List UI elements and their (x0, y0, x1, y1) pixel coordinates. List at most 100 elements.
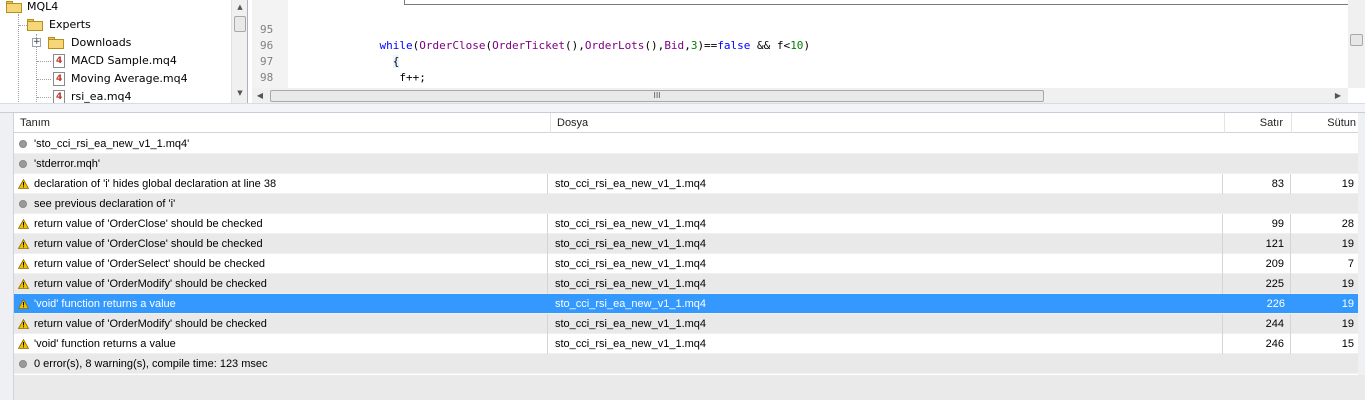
tree-item-label: Downloads (71, 36, 132, 49)
tree-guide-line (19, 25, 27, 26)
toolbox-side-strip (0, 113, 14, 400)
editor-vertical-scrollbar[interactable] (1348, 0, 1365, 88)
error-line: 225 (1225, 274, 1291, 294)
code-line-97[interactable]: 97 f++; (252, 38, 1348, 84)
pane-splitter[interactable] (0, 103, 1365, 113)
errors-list[interactable]: Tanım Dosya Satır Sütun 'sto_cci_rsi_ea_… (14, 113, 1358, 375)
code-line-96[interactable]: 96 { (252, 22, 1348, 68)
error-file: sto_cci_rsi_ea_new_v1_1.mq4 (551, 314, 1223, 334)
column-header-column[interactable]: Sütun (1292, 113, 1358, 133)
error-line: 244 (1225, 314, 1291, 334)
error-description: 'void' function returns a value (34, 298, 176, 310)
table-row[interactable]: return value of 'OrderModify' should be … (14, 314, 1358, 334)
editor-horizontal-scrollbar[interactable]: ◀ III ▶ (252, 88, 1348, 103)
table-row[interactable]: return value of 'OrderClose' should be c… (14, 214, 1358, 234)
toolbox-bottom-area (14, 375, 1365, 400)
error-description: 0 error(s), 8 warning(s), compile time: … (34, 358, 268, 370)
info-dot-icon (19, 360, 27, 368)
error-line: 83 (1225, 174, 1291, 194)
warning-icon (18, 219, 29, 229)
tree-item-experts[interactable]: Experts (0, 16, 230, 34)
tree-item-moving-average[interactable]: 4 Moving Average.mq4 (0, 70, 230, 88)
tree-item-rsi-ea[interactable]: 4 rsi_ea.mq4 (0, 88, 230, 103)
table-row-selected[interactable]: 'void' function returns a value sto_cci_r… (14, 294, 1358, 314)
warning-icon (18, 279, 29, 289)
error-file: sto_cci_rsi_ea_new_v1_1.mq4 (551, 274, 1223, 294)
error-line: 121 (1225, 234, 1291, 254)
error-column: 19 (1341, 298, 1354, 310)
error-column: 19 (1341, 178, 1354, 190)
table-row[interactable]: declaration of 'i' hides global declarat… (14, 174, 1358, 194)
error-description: return value of 'OrderModify' should be … (34, 274, 548, 294)
scroll-left-arrow-icon[interactable]: ◀ (252, 88, 268, 103)
plus-icon[interactable]: + (32, 38, 41, 47)
column-header-line[interactable]: Satır (1225, 113, 1292, 133)
warning-icon (18, 259, 29, 269)
error-line: 226 (1266, 298, 1285, 310)
tree-guide-line (37, 61, 51, 62)
scroll-thumb[interactable] (234, 16, 246, 32)
error-line: 209 (1225, 254, 1291, 274)
table-row[interactable]: return value of 'OrderClose' should be c… (14, 234, 1358, 254)
error-file: sto_cci_rsi_ea_new_v1_1.mq4 (555, 298, 707, 310)
error-file: sto_cci_rsi_ea_new_v1_1.mq4 (551, 254, 1223, 274)
tree-item-label: rsi_ea.mq4 (71, 90, 132, 103)
table-row[interactable]: 'void' function returns a value sto_cci_r… (14, 334, 1358, 354)
toolbox-right-strip (1358, 113, 1365, 375)
column-header-file[interactable]: Dosya (551, 113, 1225, 133)
scroll-right-arrow-icon[interactable]: ▶ (1330, 88, 1346, 103)
tree-item-macd-sample[interactable]: 4 MACD Sample.mq4 (0, 52, 230, 70)
scroll-up-arrow-icon[interactable]: ▲ (232, 0, 247, 14)
error-description: 'sto_cci_rsi_ea_new_v1_1.mq4' (34, 138, 190, 150)
error-description: see previous declaration of 'i' (34, 198, 176, 210)
tree-item-label: MQL4 (27, 0, 59, 13)
error-column: 19 (1341, 238, 1354, 250)
navigator-tree[interactable]: MQL4 Experts + Downloads 4 MACD Sample.m… (0, 0, 248, 103)
errors-header: Tanım Dosya Satır Sütun (14, 113, 1358, 133)
tree-item-label: Moving Average.mq4 (71, 72, 188, 85)
scroll-thumb[interactable]: III (270, 90, 1044, 102)
error-column: 19 (1341, 318, 1354, 330)
warning-icon (18, 319, 29, 329)
code-line-99[interactable]: 99 OrderClose (OrderTicket(),OrderLots()… (252, 70, 1348, 100)
tree-item-label: MACD Sample.mq4 (71, 54, 177, 67)
code-editor[interactable]: 95 while(OrderClose(OrderTicket(),OrderL… (252, 0, 1365, 103)
error-line: 246 (1225, 334, 1291, 354)
warning-icon (18, 239, 29, 249)
scroll-down-arrow-icon[interactable]: ▼ (232, 86, 247, 100)
mq4-file-icon: 4 (53, 72, 65, 86)
error-description: return value of 'OrderSelect' should be … (34, 254, 548, 274)
table-row[interactable]: return value of 'OrderSelect' should be … (14, 254, 1358, 274)
tree-item-downloads[interactable]: + Downloads (0, 34, 230, 52)
column-header-description[interactable]: Tanım (14, 113, 551, 133)
error-line: 99 (1225, 214, 1291, 234)
error-column: 7 (1347, 258, 1354, 270)
error-column: 19 (1341, 278, 1354, 290)
code-line-95[interactable]: 95 while(OrderClose(OrderTicket(),OrderL… (252, 6, 1348, 52)
error-description: return value of 'OrderClose' should be c… (34, 234, 548, 254)
navigator-vertical-scrollbar[interactable]: ▲ ▼ (231, 0, 247, 103)
error-file: sto_cci_rsi_ea_new_v1_1.mq4 (551, 214, 1223, 234)
code-line-98[interactable]: 98 RefreshRates(); (252, 54, 1348, 100)
folder-open-icon (27, 19, 43, 31)
table-row[interactable]: 0 error(s), 8 warning(s), compile time: … (14, 354, 1358, 374)
table-row[interactable]: 'sto_cci_rsi_ea_new_v1_1.mq4' (14, 134, 1358, 154)
table-row[interactable]: 'stderror.mqh' (14, 154, 1358, 174)
error-column: 15 (1341, 338, 1354, 350)
info-dot-icon (19, 200, 27, 208)
info-dot-icon (19, 160, 27, 168)
warning-icon (18, 339, 29, 349)
mq4-file-icon: 4 (53, 54, 65, 68)
error-description: 'stderror.mqh' (34, 158, 100, 170)
table-row[interactable]: see previous declaration of 'i' (14, 194, 1358, 214)
scroll-thumb[interactable] (1350, 34, 1363, 46)
error-description: 'void' function returns a value (34, 334, 548, 354)
folder-icon (48, 37, 64, 49)
error-column: 28 (1341, 218, 1354, 230)
tree-guide-line (37, 79, 51, 80)
tree-item-mql4[interactable]: MQL4 (0, 0, 230, 16)
table-row[interactable]: return value of 'OrderModify' should be … (14, 274, 1358, 294)
tooltip-frame (404, 0, 1365, 5)
error-description: declaration of 'i' hides global declarat… (34, 174, 548, 194)
tree-item-label: Experts (49, 18, 91, 31)
